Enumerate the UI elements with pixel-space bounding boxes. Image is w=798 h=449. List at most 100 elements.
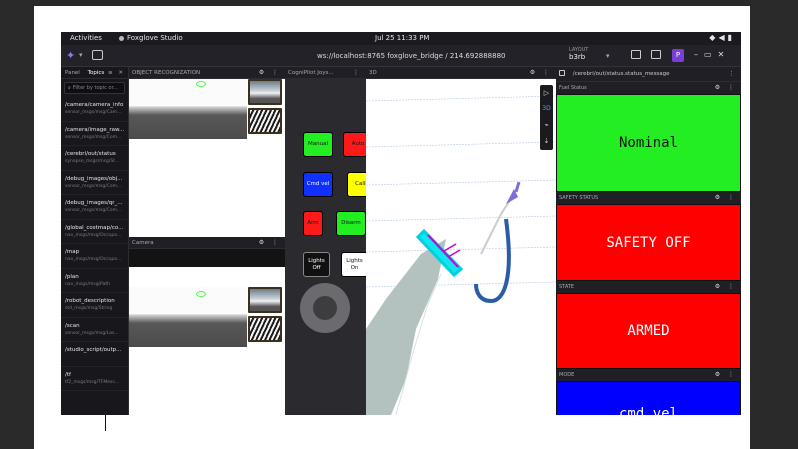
panel-settings-icon[interactable]: ⚙ ⋮ (715, 369, 737, 381)
topic-name: /tf (65, 371, 71, 378)
tab-topics[interactable]: Topics (88, 70, 105, 76)
arm-label: Arm (307, 220, 319, 226)
camera-panel: Camera ⚙ ⋮ (129, 237, 285, 415)
topic-name: /studio_script/outp... (65, 347, 122, 353)
indicator-value: cmd_vel (618, 406, 678, 415)
topic-name: /scan (65, 322, 80, 329)
system-tray[interactable]: ◆◀▮ (709, 33, 735, 42)
manual-button[interactable]: Manual (303, 132, 333, 157)
topic-type: sensor_msgs/msg/Com... (65, 134, 122, 140)
topic-name: /global_costmap/co... (65, 224, 124, 231)
layout-chevron-icon[interactable]: ▾ (606, 52, 610, 60)
layout-selector[interactable]: LAYOUT b3rb (569, 47, 588, 61)
grid-line (366, 215, 556, 222)
indicator-title: Fuel Status (559, 85, 587, 91)
topic-list-item[interactable]: /global_costmap/co... nav_msgs/msg/Occupa… (61, 220, 128, 244)
status-topic-path[interactable]: /cerebri/out/status.status_message (573, 71, 670, 77)
scan-cone (366, 239, 446, 415)
cmd-vel-button[interactable]: Cmd vel (303, 172, 333, 197)
car-image (248, 79, 282, 105)
topic-name: /map (65, 249, 80, 255)
arm-button[interactable]: Arm (303, 211, 323, 236)
panel-title: OBJECT RECOGNIZATION (132, 70, 201, 76)
system-top-bar: Activities Foxglove Studio Jul 25 11:33 … (61, 32, 741, 45)
topic-type: nav_msgs/msg/Path (65, 281, 110, 287)
topic-type: synapse_msgs/msg/St... (65, 159, 120, 164)
3d-toolbar: ▷ 3D ⌁ ⇣ (540, 85, 553, 150)
topic-name: /plan (65, 273, 79, 280)
lights-off-label: Lights Off (308, 257, 325, 271)
right-sidebar-toggle-icon[interactable] (651, 50, 661, 59)
minimize-icon[interactable]: – (694, 50, 704, 59)
panel-menu-icon[interactable]: ⋮ (353, 67, 362, 78)
tab-panel[interactable]: Panel (65, 70, 80, 76)
battery-icon: ▮ (727, 33, 735, 42)
chevron-down-icon[interactable]: ▾ (79, 51, 83, 59)
indicator-header: STATE ⚙ ⋮ (556, 281, 741, 293)
indicator-tile: ARMED (556, 293, 741, 369)
left-sidebar-toggle-icon[interactable] (631, 50, 641, 59)
topic-type: sensor_msgs/msg/Cam... (65, 110, 122, 115)
app-toolbar: ✦ ▾ ws://localhost:8765 foxglove_bridge … (61, 45, 741, 67)
indicator-title: MODE (559, 372, 575, 378)
topic-name: /debug_images/obj... (65, 175, 123, 182)
grid-line (366, 95, 556, 102)
lights-off-button[interactable]: Lights Off (303, 252, 330, 277)
indicator-header: MODE ⚙ ⋮ (556, 369, 741, 381)
sidebar-close-icon[interactable]: ≡ ✕ (108, 67, 125, 79)
indicator-title: STATE (559, 284, 575, 290)
activities-button[interactable]: Activities (70, 34, 102, 42)
measure-tool-icon[interactable]: ⌁ (540, 117, 553, 133)
panel-settings-icon[interactable]: ⚙ ⋮ (715, 281, 737, 293)
topic-list-item[interactable]: /cerebri/out/status synapse_msgs/msg/St..… (61, 146, 128, 171)
camera-header: Camera ⚙ ⋮ (129, 237, 285, 249)
panel-settings-icon[interactable]: ⚙ ⋮ (259, 67, 281, 78)
disarm-label: Disarm (341, 220, 361, 226)
publish-tool-icon[interactable]: ⇣ (540, 133, 553, 149)
wall-scene (129, 79, 247, 139)
panel-title: 3D (369, 70, 377, 76)
close-icon[interactable]: ✕ (718, 50, 731, 59)
add-panel-icon[interactable] (92, 50, 103, 60)
panel-settings-icon[interactable]: ⚙ ⋮ (530, 67, 552, 78)
panel-menu-icon[interactable]: ⋮ (729, 67, 738, 82)
panel-settings-icon[interactable]: ⚙ ⋮ (715, 192, 737, 204)
detection-marker (196, 291, 206, 297)
topic-list-item[interactable]: /tf tf2_msgs/msg/TFMess... (61, 367, 128, 391)
topic-type: std_msgs/msg/String (65, 306, 113, 311)
indicator-value: ARMED (627, 323, 670, 339)
maximize-icon[interactable]: ▭ (704, 50, 718, 59)
connection-source[interactable]: ws://localhost:8765 foxglove_bridge / 21… (317, 52, 506, 60)
topic-list-item[interactable]: /robot_description std_msgs/msg/String (61, 293, 128, 318)
clock[interactable]: Jul 25 11:33 PM (375, 34, 429, 42)
select-tool-icon[interactable]: ▷ (540, 85, 553, 101)
topic-list-item[interactable]: /camera/image_raw... sensor_msgs/msg/Com.… (61, 122, 128, 146)
lights-on-button[interactable]: Lights On (341, 252, 368, 277)
disarm-button[interactable]: Disarm (336, 211, 366, 236)
zebra-image (248, 316, 282, 342)
auto-label: Auto (351, 141, 365, 147)
topic-list-item[interactable]: /studio_script/outp... (61, 342, 128, 367)
topic-list-item[interactable]: /plan nav_msgs/msg/Path (61, 269, 128, 293)
topic-list-item[interactable]: /map nav_msgs/msg/Occupa... (61, 244, 128, 269)
topic-list-item[interactable]: /scan sensor_msgs/msg/Las... (61, 318, 128, 342)
layout-name: b3rb (569, 53, 586, 61)
foxglove-logo-icon[interactable]: ✦ (66, 50, 77, 61)
panel-settings-icon[interactable]: ⚙ ⋮ (715, 82, 737, 94)
view-mode-icon[interactable]: 3D (540, 101, 553, 117)
user-avatar[interactable]: P (672, 49, 684, 62)
zebra-image (248, 108, 282, 134)
topic-list-item[interactable]: /debug_images/qr_... sensor_msgs/msg/Com.… (61, 195, 128, 220)
topic-type: sensor_msgs/msg/Com... (65, 183, 122, 189)
3d-scene[interactable] (366, 79, 556, 415)
topic-filter-input[interactable]: ⌕ Filter by topic or... (64, 82, 125, 94)
joystick-knob[interactable] (313, 296, 337, 320)
topic-list-item[interactable]: /camera/camera_info sensor_msgs/msg/Cam..… (61, 97, 128, 122)
panel-settings-icon[interactable]: ⚙ ⋮ (259, 237, 281, 248)
indicator-header: SAFETY STATUS ⚙ ⋮ (556, 192, 741, 204)
app-menu[interactable]: Foxglove Studio (119, 34, 183, 42)
window-controls[interactable]: –▭✕ (694, 50, 730, 59)
topic-name: /camera/image_raw... (65, 126, 125, 133)
object-recognition-panel: OBJECT RECOGNIZATION ⚙ ⋮ (129, 67, 285, 237)
topic-list-item[interactable]: /debug_images/obj... sensor_msgs/msg/Com.… (61, 171, 128, 195)
